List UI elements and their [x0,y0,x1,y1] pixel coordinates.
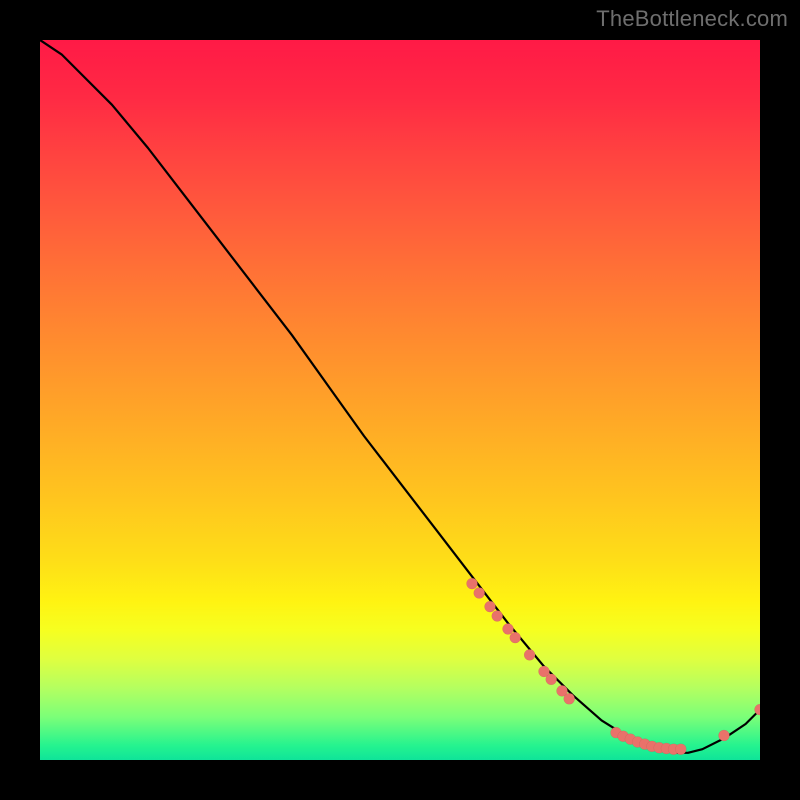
watermark-text: TheBottleneck.com [596,6,788,32]
data-marker [564,693,575,704]
data-marker [510,632,521,643]
chart-overlay [40,40,760,760]
trend-curve [40,40,760,753]
data-markers-group [467,578,761,755]
data-marker [524,649,535,660]
data-marker [492,611,503,622]
data-marker [467,578,478,589]
data-marker [474,587,485,598]
data-marker [503,623,514,634]
plot-area [40,40,760,760]
data-marker [719,730,730,741]
data-marker [485,601,496,612]
data-marker [546,674,557,685]
chart-stage: TheBottleneck.com [0,0,800,800]
data-marker [675,744,686,755]
